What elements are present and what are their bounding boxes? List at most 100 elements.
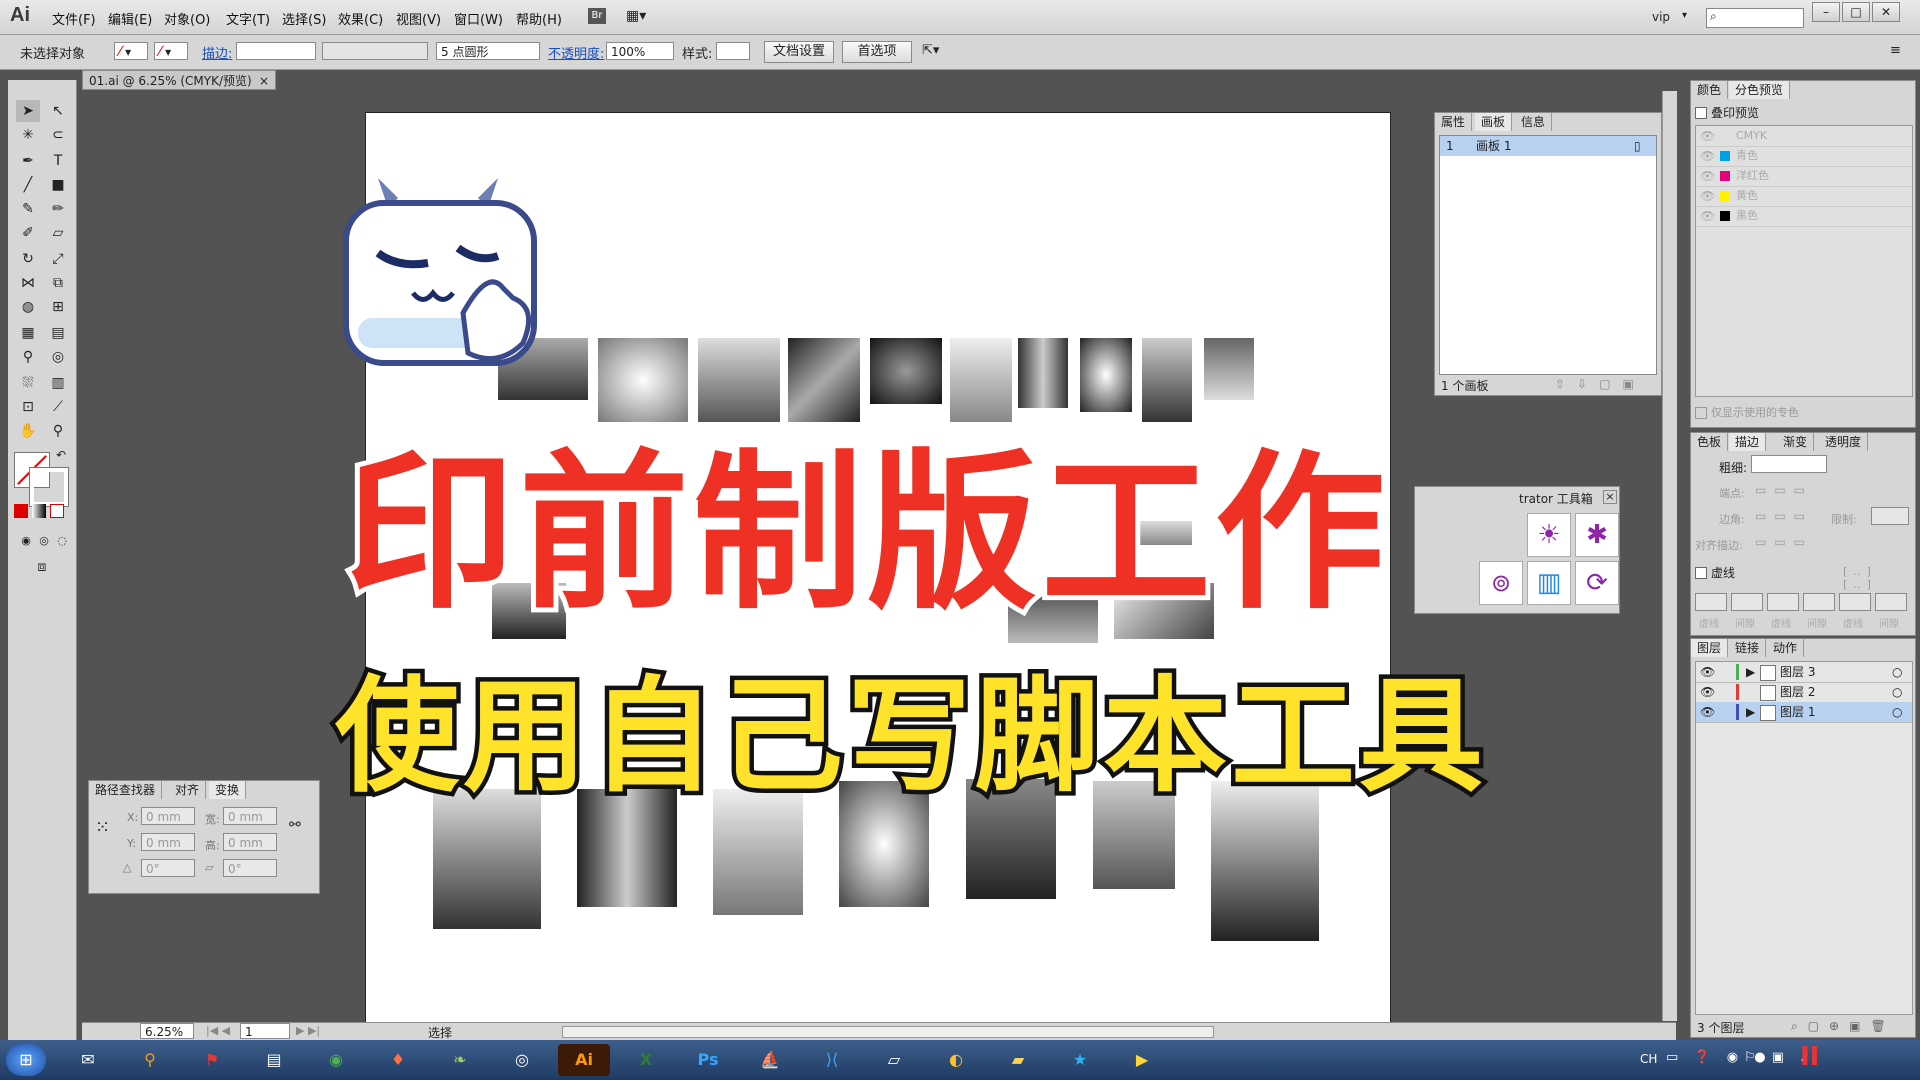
target-icon[interactable]: ○: [1892, 662, 1902, 682]
artboard-row[interactable]: 1 画板 1 ▯: [1440, 136, 1656, 156]
rectangle-tool-icon[interactable]: ■: [46, 174, 70, 196]
stroke-color-box[interactable]: [29, 467, 69, 507]
swap-colors-icon[interactable]: ↶: [56, 448, 66, 462]
shape-builder-tool-icon[interactable]: ◍: [16, 296, 40, 318]
ship-app-icon[interactable]: ⛵: [744, 1044, 796, 1076]
menu-window[interactable]: 窗口(W): [454, 9, 503, 28]
tab-transform[interactable]: 变换: [209, 781, 247, 799]
search-input[interactable]: ⌕: [1706, 8, 1804, 28]
tab-links[interactable]: 链接: [1729, 639, 1767, 657]
pen-tool-icon[interactable]: ✒: [16, 150, 40, 172]
chevron-down-icon[interactable]: ▾: [1682, 10, 1687, 21]
tab-color[interactable]: 颜色: [1691, 81, 1729, 99]
draw-inside-icon[interactable]: ◌: [50, 530, 74, 552]
scale-tool-icon[interactable]: ⤢: [46, 248, 70, 270]
repeat-script-icon[interactable]: ⟳: [1575, 561, 1619, 605]
layout-script-icon[interactable]: ▥: [1527, 561, 1571, 605]
slice-tool-icon[interactable]: ⟋: [46, 396, 70, 418]
color-mode-icon[interactable]: [14, 504, 28, 518]
tab-layers[interactable]: 图层: [1691, 639, 1729, 657]
layer-row[interactable]: 👁 ▶ 图层 1 ○: [1696, 702, 1912, 723]
artboard-navigation-select[interactable]: 1: [240, 1023, 290, 1039]
panel-menu-icon[interactable]: ≡: [1890, 43, 1901, 58]
close-button[interactable]: ✕: [1872, 2, 1900, 22]
bug-script-icon[interactable]: ✱: [1575, 513, 1619, 557]
document-setup-button[interactable]: 文档设置: [764, 41, 834, 63]
ink-row[interactable]: 👁 CMYK: [1696, 126, 1912, 147]
window-app-icon[interactable]: ▱: [868, 1044, 920, 1076]
gradient-mode-icon[interactable]: [32, 504, 46, 518]
gap-input[interactable]: [1803, 593, 1835, 611]
fill-swatch[interactable]: ⁄ ▾: [114, 42, 148, 60]
dash-input[interactable]: [1767, 593, 1799, 611]
vertical-scrollbar[interactable]: [1662, 91, 1677, 1021]
folder-app-icon[interactable]: ▰: [992, 1044, 1044, 1076]
workspace-user[interactable]: vip: [1652, 10, 1670, 24]
arrange-icon[interactable]: ⇱▾: [922, 43, 939, 58]
tab-transparency[interactable]: 透明度: [1819, 433, 1869, 451]
horizontal-scrollbar[interactable]: [562, 1026, 1214, 1038]
rotate-tool-icon[interactable]: ↻: [16, 248, 40, 270]
mail-app-icon[interactable]: ✉: [62, 1044, 114, 1076]
ue-editor-app-icon[interactable]: ◐: [930, 1044, 982, 1076]
illustrator-app-icon[interactable]: Ai: [558, 1044, 610, 1076]
layer-row[interactable]: 👁 ▶ 图层 3 ○: [1696, 662, 1912, 683]
constrain-proportions-icon[interactable]: ⚯: [289, 817, 301, 833]
direct-selection-tool-icon[interactable]: ↖: [46, 100, 70, 122]
shear-input[interactable]: 0°: [223, 859, 277, 877]
y-input[interactable]: 0 mm: [141, 833, 195, 851]
tab-actions[interactable]: 动作: [1767, 639, 1805, 657]
blend-tool-icon[interactable]: ◎: [46, 346, 70, 368]
tab-stroke[interactable]: 描边: [1729, 433, 1767, 451]
expand-arrow-icon[interactable]: ▶: [1746, 662, 1755, 682]
gap-input[interactable]: [1731, 593, 1763, 611]
tab-attributes[interactable]: 属性: [1435, 113, 1473, 131]
opacity-input[interactable]: 100%: [606, 42, 674, 60]
cassette-script-icon[interactable]: ⊚: [1479, 561, 1523, 605]
none-mode-icon[interactable]: [50, 504, 64, 518]
target-icon[interactable]: ○: [1892, 682, 1902, 702]
variable-width-select[interactable]: [322, 42, 428, 60]
photo-thumbnail[interactable]: [1204, 338, 1254, 400]
eyedropper-tool-icon[interactable]: ⚲: [16, 346, 40, 368]
close-icon[interactable]: ×: [1603, 490, 1617, 504]
menu-select[interactable]: 选择(S): [282, 9, 326, 28]
rotate-input[interactable]: 0°: [141, 859, 195, 877]
next-artboard-icon[interactable]: ▶ ▶|: [296, 1024, 320, 1037]
width-tool-icon[interactable]: ⋈: [16, 272, 40, 294]
overprint-checkbox[interactable]: [1695, 107, 1707, 119]
artboard-actions-icon[interactable]: ⇧⇩▢▣: [1555, 377, 1646, 391]
selection-tool-icon[interactable]: ➤: [16, 100, 40, 122]
paintbrush-tool-icon[interactable]: ✎: [16, 198, 40, 220]
gradient-tool-icon[interactable]: ▤: [46, 322, 70, 344]
balloon-app-icon[interactable]: ♦: [372, 1044, 424, 1076]
eraser-tool-icon[interactable]: ▱: [46, 222, 70, 244]
stroke-weight-input[interactable]: [236, 42, 316, 60]
line-tool-icon[interactable]: ╱: [16, 174, 40, 196]
hand-tool-icon[interactable]: ✋: [16, 420, 40, 442]
reference-point-icon[interactable]: ⁙: [95, 817, 110, 838]
document-tab[interactable]: 01.ai @ 6.25% (CMYK/预览) ×: [82, 70, 276, 90]
style-select[interactable]: [716, 42, 750, 60]
corner-options-icon[interactable]: ▭▭▭: [1755, 509, 1813, 523]
sunrise-script-icon[interactable]: ☀: [1527, 513, 1571, 557]
ink-row[interactable]: 👁 黑色: [1696, 206, 1912, 227]
menu-effect[interactable]: 效果(C): [338, 9, 383, 28]
eye-icon[interactable]: 👁: [1700, 126, 1715, 146]
close-tab-icon[interactable]: ×: [259, 71, 269, 91]
mesh-tool-icon[interactable]: ▦: [16, 322, 40, 344]
menu-view[interactable]: 视图(V): [396, 9, 441, 28]
used-spot-only-checkbox[interactable]: [1695, 407, 1707, 419]
screen-mode-icon[interactable]: ⧈: [30, 556, 54, 578]
tab-gradient[interactable]: 渐变: [1777, 433, 1815, 451]
dash-align-icon[interactable]: [‥] [‥]: [1843, 565, 1915, 591]
magic-wand-tool-icon[interactable]: ✳: [16, 124, 40, 146]
eye-icon[interactable]: 👁: [1700, 146, 1715, 166]
eye-app-icon[interactable]: ◎: [496, 1044, 548, 1076]
minimize-button[interactable]: –: [1812, 2, 1840, 22]
start-button[interactable]: ⊞: [6, 1044, 46, 1076]
symbol-sprayer-tool-icon[interactable]: ⛆: [16, 372, 40, 394]
tab-pathfinder[interactable]: 路径查找器: [89, 781, 163, 799]
brush-select[interactable]: 5 点圆形: [436, 42, 540, 60]
menu-edit[interactable]: 编辑(E): [108, 9, 152, 28]
